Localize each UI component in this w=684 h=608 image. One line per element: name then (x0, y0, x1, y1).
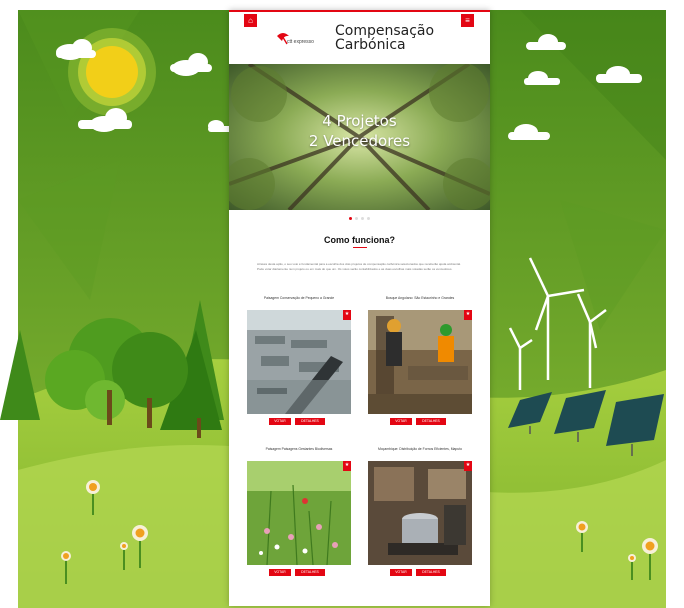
details-button[interactable]: DETALHES (416, 569, 446, 576)
title-underline (353, 247, 367, 248)
carousel-dot[interactable] (355, 217, 358, 220)
card-title: Paisagem Paisagens Gestantes Biodiversas (265, 447, 333, 451)
hero-line-1: 4 Projetos (322, 112, 397, 130)
carousel-dot[interactable] (349, 217, 352, 220)
hero-line-2: 2 Vencedores (308, 132, 411, 150)
project-image[interactable]: ★ (247, 310, 351, 414)
phone-page: ⌂ ≡ ctt expresso Compensação Carbónica 4… (229, 10, 490, 606)
page-title: Compensação Carbónica (335, 24, 434, 52)
details-button[interactable]: DETALHES (295, 569, 325, 576)
logo-text: ctt expresso (287, 39, 314, 45)
bookmark-icon: ★ (464, 310, 472, 320)
vote-button[interactable]: VOTAR (390, 418, 412, 425)
details-button[interactable]: DETALHES (416, 418, 446, 425)
header: ⌂ ≡ ctt expresso Compensação Carbónica (229, 10, 490, 66)
project-image[interactable]: ★ (368, 461, 472, 565)
details-button[interactable]: DETALHES (295, 418, 325, 425)
bookmark-icon: ★ (464, 461, 472, 471)
vote-button[interactable]: VOTAR (269, 569, 291, 576)
carousel-dot[interactable] (361, 217, 364, 220)
card-title: Bosque Angolano: São Estaurinho e Grande… (385, 296, 455, 300)
bookmark-icon: ★ (343, 461, 351, 471)
bookmark-icon: ★ (343, 310, 351, 320)
project-image[interactable]: ★ (368, 310, 472, 414)
vote-button[interactable]: VOTAR (269, 418, 291, 425)
section-title: Como funciona? (324, 235, 395, 245)
title-line-2: Carbónica (335, 37, 406, 53)
carousel-dot[interactable] (367, 217, 370, 220)
title-line-1: Compensação (335, 23, 435, 39)
menu-icon[interactable]: ≡ (461, 14, 474, 27)
intro-text: Através desta ação, o seu voto é fundame… (257, 262, 461, 271)
hero-banner[interactable]: 4 Projetos 2 Vencedores (229, 64, 490, 210)
carousel-indicator (229, 217, 490, 220)
home-icon[interactable]: ⌂ (244, 14, 257, 27)
project-image[interactable]: ★ (247, 461, 351, 565)
vote-button[interactable]: VOTAR (390, 569, 412, 576)
card-title: Moçambique: Distribuição de Fornos Efici… (377, 447, 463, 451)
card-title: Paisagem Conservação de Pequeno a Grande (263, 296, 335, 300)
